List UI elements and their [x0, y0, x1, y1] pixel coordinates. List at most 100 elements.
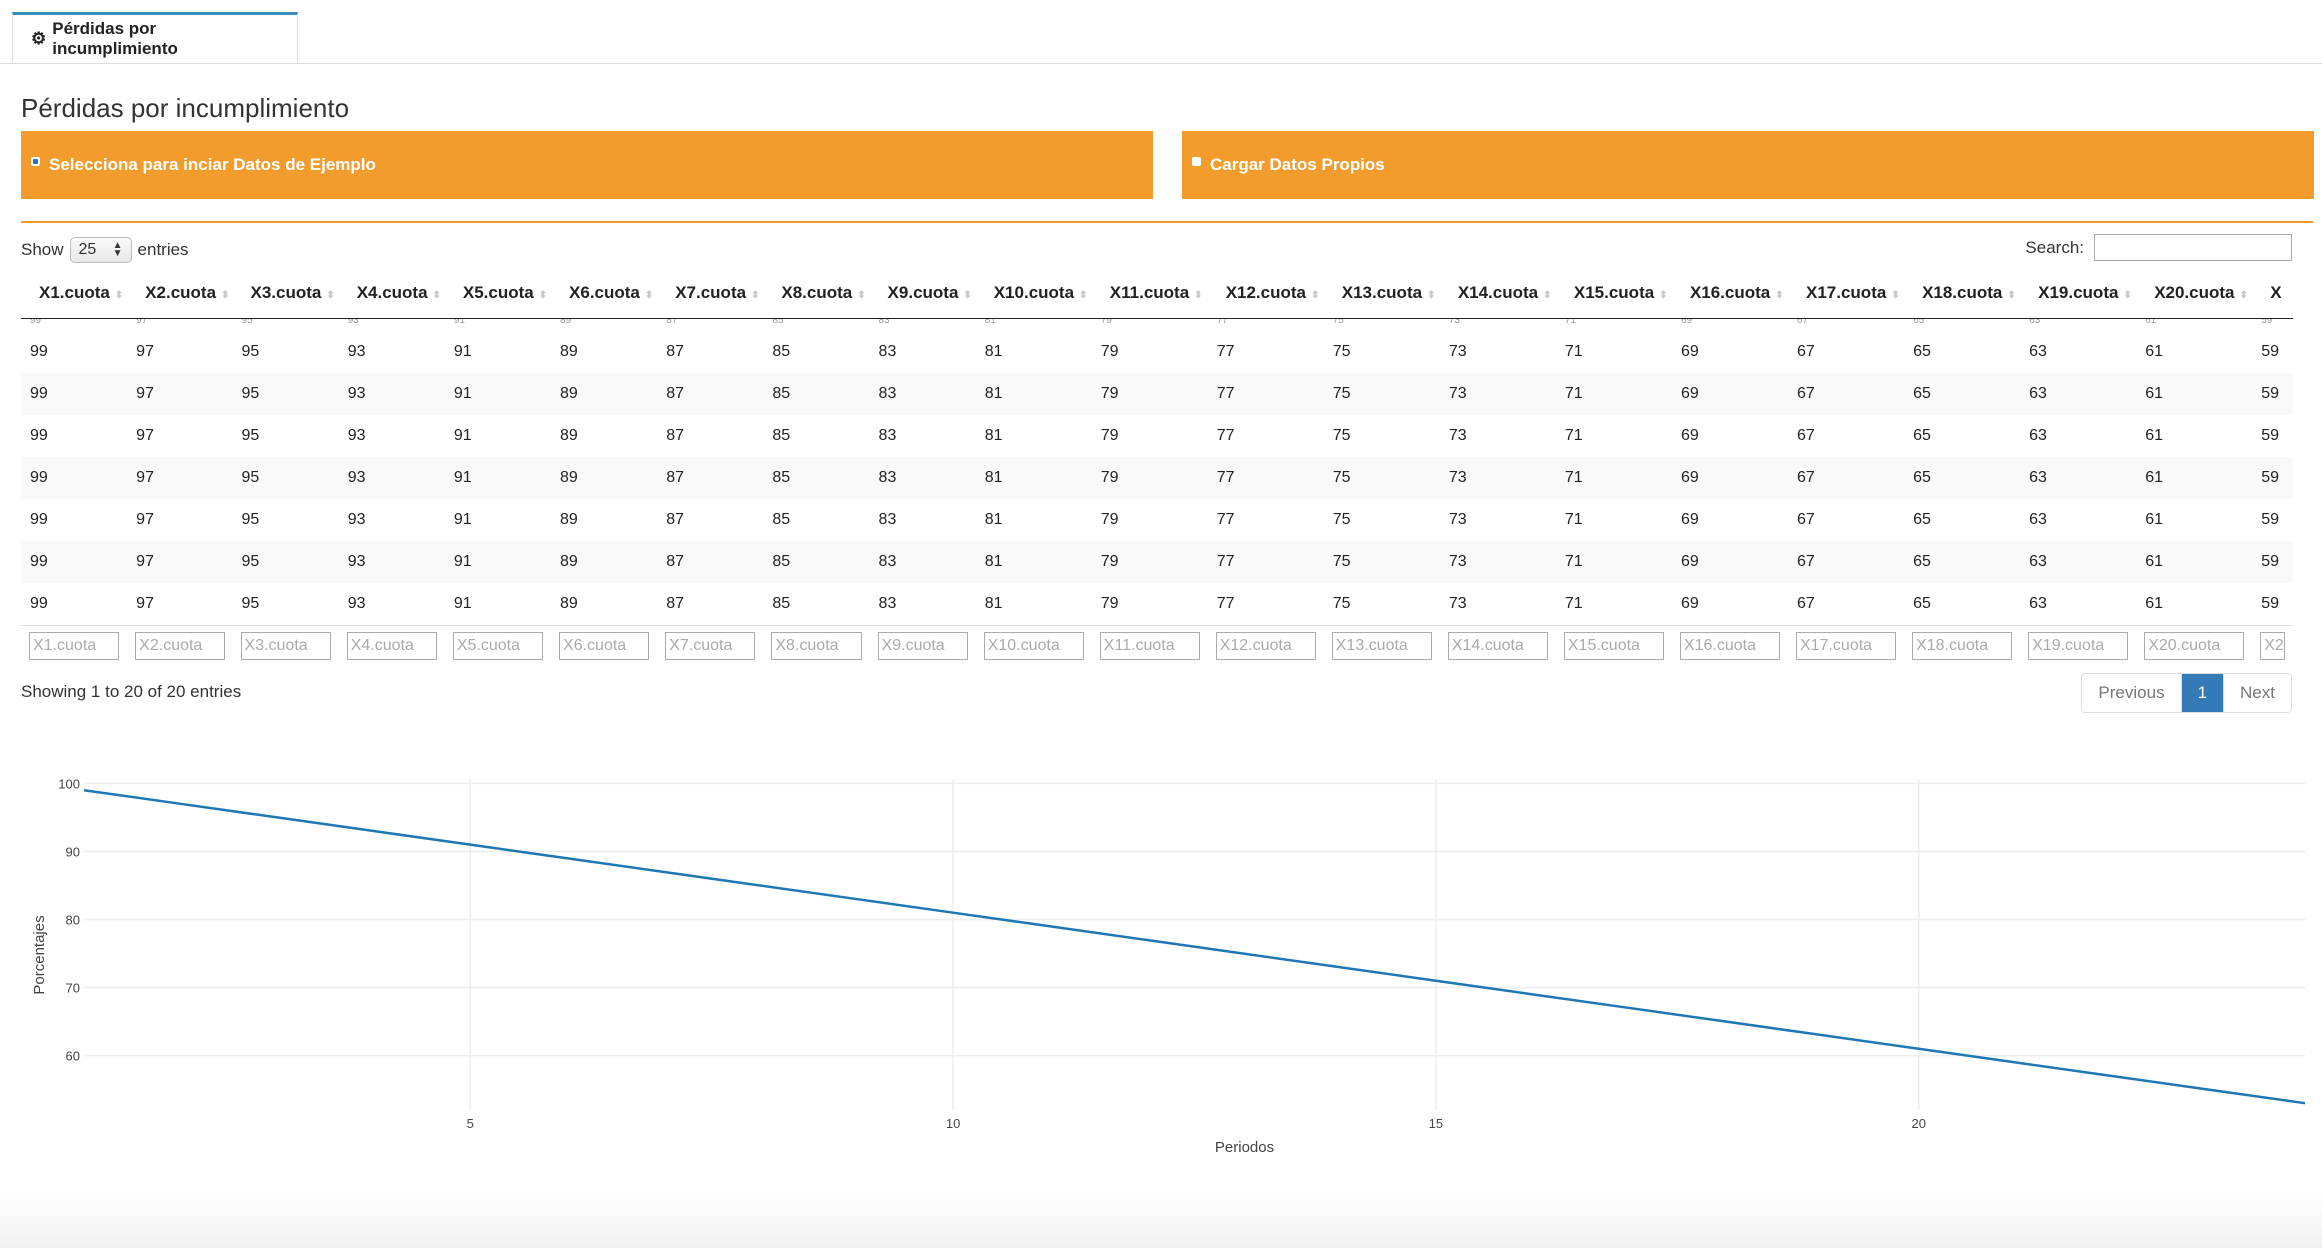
column-filter-input[interactable]: X20.cuota — [2144, 632, 2245, 660]
column-filter-input[interactable]: X14.cuota — [1447, 632, 1548, 660]
column-filter-input[interactable]: X10.cuota — [983, 632, 1084, 660]
y-tick-label: 60 — [66, 1049, 80, 1064]
next-button[interactable]: Next — [2223, 674, 2291, 712]
table-cell: 87 — [666, 318, 678, 326]
column-header[interactable]: X2.cuota ⬍ — [127, 268, 233, 319]
column-header[interactable]: X18.cuota ⬍ — [1904, 268, 2021, 319]
search-input[interactable] — [2094, 234, 2292, 261]
column-header[interactable]: X20.cuota ⬍ — [2136, 268, 2253, 319]
column-filter-input[interactable]: X9.cuota — [877, 632, 968, 660]
table-cell: 87 — [657, 457, 764, 499]
column-header[interactable]: X10.cuota ⬍ — [975, 268, 1092, 319]
table-row[interactable]: 99 97 95 93 91 89 87 85 83 81 79 77 75 73 71 69 67 65 63 61… — [21, 457, 2293, 499]
filter-cell: X15.cuota — [1555, 625, 1672, 662]
column-header[interactable]: X3.cuota ⬍ — [232, 268, 339, 319]
table-cell: 89 — [551, 373, 658, 415]
own-data-checkbox[interactable] — [1192, 157, 1201, 166]
column-header[interactable]: X16.cuota ⬍ — [1671, 268, 1788, 319]
sample-data-checkbox[interactable] — [31, 157, 40, 166]
table-cell: 73 — [1439, 499, 1556, 541]
column-filter-input[interactable]: X2 — [2260, 632, 2285, 660]
column-header[interactable]: X13.cuota ⬍ — [1323, 268, 1440, 319]
sort-icon: ⬍ — [432, 290, 441, 301]
sort-icon: ⬍ — [751, 290, 760, 301]
column-header[interactable]: X5.cuota ⬍ — [444, 268, 552, 319]
table-cell: 75 — [1323, 499, 1440, 541]
column-filter-input[interactable]: X19.cuota — [2028, 632, 2129, 660]
filter-cell: X2.cuota — [127, 625, 233, 662]
column-header[interactable]: X4.cuota ⬍ — [338, 268, 445, 319]
column-filter-input[interactable]: X2.cuota — [135, 632, 225, 660]
column-header-label: X7.cuota — [675, 283, 747, 302]
table-cell: 97 — [127, 373, 233, 415]
line-chart[interactable]: 60 70 80 90 100 5 10 15 20 Periodos Porcentajes — [0, 740, 2322, 1180]
column-header[interactable]: X11.cuota ⬍ — [1091, 268, 1208, 319]
table-cell: 77 — [1207, 415, 1324, 457]
table-row[interactable]: 99 97 95 93 91 89 87 85 83 81 79 77 75 73 71 69 67 65 63 61… — [21, 331, 2293, 373]
table-cell: 67 — [1788, 331, 1905, 373]
table-row[interactable]: 99 97 95 93 91 89 87 85 83 81 79 77 75 73 71 69 67 65 63 61… — [21, 415, 2293, 457]
column-filter-input[interactable]: X5.cuota — [452, 632, 544, 660]
filter-cell: X6.cuota — [551, 625, 658, 662]
table-cell: 87 — [657, 373, 764, 415]
table-cell: 87 — [657, 415, 764, 457]
column-header[interactable]: X9.cuota ⬍ — [869, 268, 976, 319]
table-cell: 83 — [869, 331, 976, 373]
table-row[interactable]: 99 97 95 93 91 89 87 85 83 81 79 77 75 73 71 69 67 65 63 61… — [21, 373, 2293, 415]
table-cell: 71 — [1555, 457, 1672, 499]
column-filter-input[interactable]: X1.cuota — [29, 632, 120, 660]
tab-perdidas[interactable]: ⚙ Pérdidas por incumplimiento — [12, 12, 298, 62]
column-filter-input[interactable]: X7.cuota — [665, 632, 756, 660]
column-header[interactable]: X7.cuota ⬍ — [657, 268, 764, 319]
column-filter-input[interactable]: X17.cuota — [1796, 632, 1897, 660]
filter-row: X1.cuota X2.cuota X3.cuota X4.cuota X5.cuota… — [21, 625, 2293, 662]
column-filter-input[interactable]: X12.cuota — [1215, 632, 1316, 660]
table-cell: 97 — [127, 541, 233, 583]
column-header[interactable]: X6.cuota ⬍ — [551, 268, 658, 319]
table-row[interactable]: 99 97 95 93 91 89 87 85 83 81 79 77 75 73 71 69 67 65 63 61… — [21, 541, 2293, 583]
table-row[interactable]: 99 97 95 93 91 89 87 85 83 81 79 77 75 73 71 69 67 65 63 61… — [21, 499, 2293, 541]
column-header[interactable]: X17.cuota ⬍ — [1788, 268, 1905, 319]
table-row[interactable]: 99 97 95 93 91 89 87 85 83 81 79 77 75 73 71 69 67 65 63 61… — [21, 319, 2293, 332]
table-cell: 77 — [1207, 499, 1324, 541]
column-filter-input[interactable]: X16.cuota — [1679, 632, 1780, 660]
filter-cell: X5.cuota — [444, 625, 552, 662]
column-header[interactable]: X12.cuota ⬍ — [1207, 268, 1324, 319]
sample-data-option[interactable]: Selecciona para inciar Datos de Ejemplo — [21, 131, 1153, 199]
column-header[interactable]: X14.cuota ⬍ — [1439, 268, 1556, 319]
table-cell: 91 — [444, 415, 552, 457]
table-cell: 83 — [869, 373, 976, 415]
table-cell: 89 — [551, 583, 658, 626]
table-cell: 63 — [2020, 373, 2137, 415]
column-filter-input[interactable]: X6.cuota — [559, 632, 650, 660]
table-cell: 91 — [444, 583, 552, 626]
column-filter-input[interactable]: X15.cuota — [1563, 632, 1664, 660]
table-cell: 85 — [763, 457, 870, 499]
column-header-label: X14.cuota — [1457, 283, 1539, 302]
previous-button[interactable]: Previous — [2082, 674, 2182, 712]
page-1-button[interactable]: 1 — [2181, 674, 2224, 712]
column-header[interactable]: X15.cuota ⬍ — [1555, 268, 1672, 319]
table-cell: 73 — [1439, 331, 1556, 373]
data-table-scroll[interactable]: X1.cuota ⬍ X2.cuota ⬍ X3.cuota ⬍ X4.cuota ⬍ X5.c… — [21, 268, 2293, 662]
table-cell: 77 — [1207, 541, 1324, 583]
own-data-option[interactable]: Cargar Datos Propios — [1182, 131, 2314, 199]
column-filter-input[interactable]: X13.cuota — [1331, 632, 1432, 660]
table-cell: 59 — [2252, 373, 2293, 415]
column-filter-input[interactable]: X11.cuota — [1099, 632, 1200, 660]
table-cell: 59 — [2252, 331, 2293, 373]
column-header[interactable]: X8.cuota ⬍ — [763, 268, 870, 319]
table-cell: 69 — [1671, 541, 1788, 583]
column-filter-input[interactable]: X3.cuota — [240, 632, 331, 660]
table-row[interactable]: 99 97 95 93 91 89 87 85 83 81 79 77 75 73 71 69 67 65 63 61… — [21, 583, 2293, 626]
column-header-label: X9.cuota — [887, 283, 959, 302]
column-header[interactable]: X — [2252, 268, 2293, 319]
table-cell: 95 — [241, 318, 253, 326]
column-header[interactable]: X1.cuota ⬍ — [21, 268, 128, 319]
filter-cell: X10.cuota — [975, 625, 1092, 662]
column-filter-input[interactable]: X4.cuota — [346, 632, 437, 660]
length-select[interactable]: 25 ▲ ▼ — [69, 237, 132, 263]
column-filter-input[interactable]: X8.cuota — [771, 632, 862, 660]
column-header[interactable]: X19.cuota ⬍ — [2020, 268, 2137, 319]
column-filter-input[interactable]: X18.cuota — [1912, 632, 2013, 660]
